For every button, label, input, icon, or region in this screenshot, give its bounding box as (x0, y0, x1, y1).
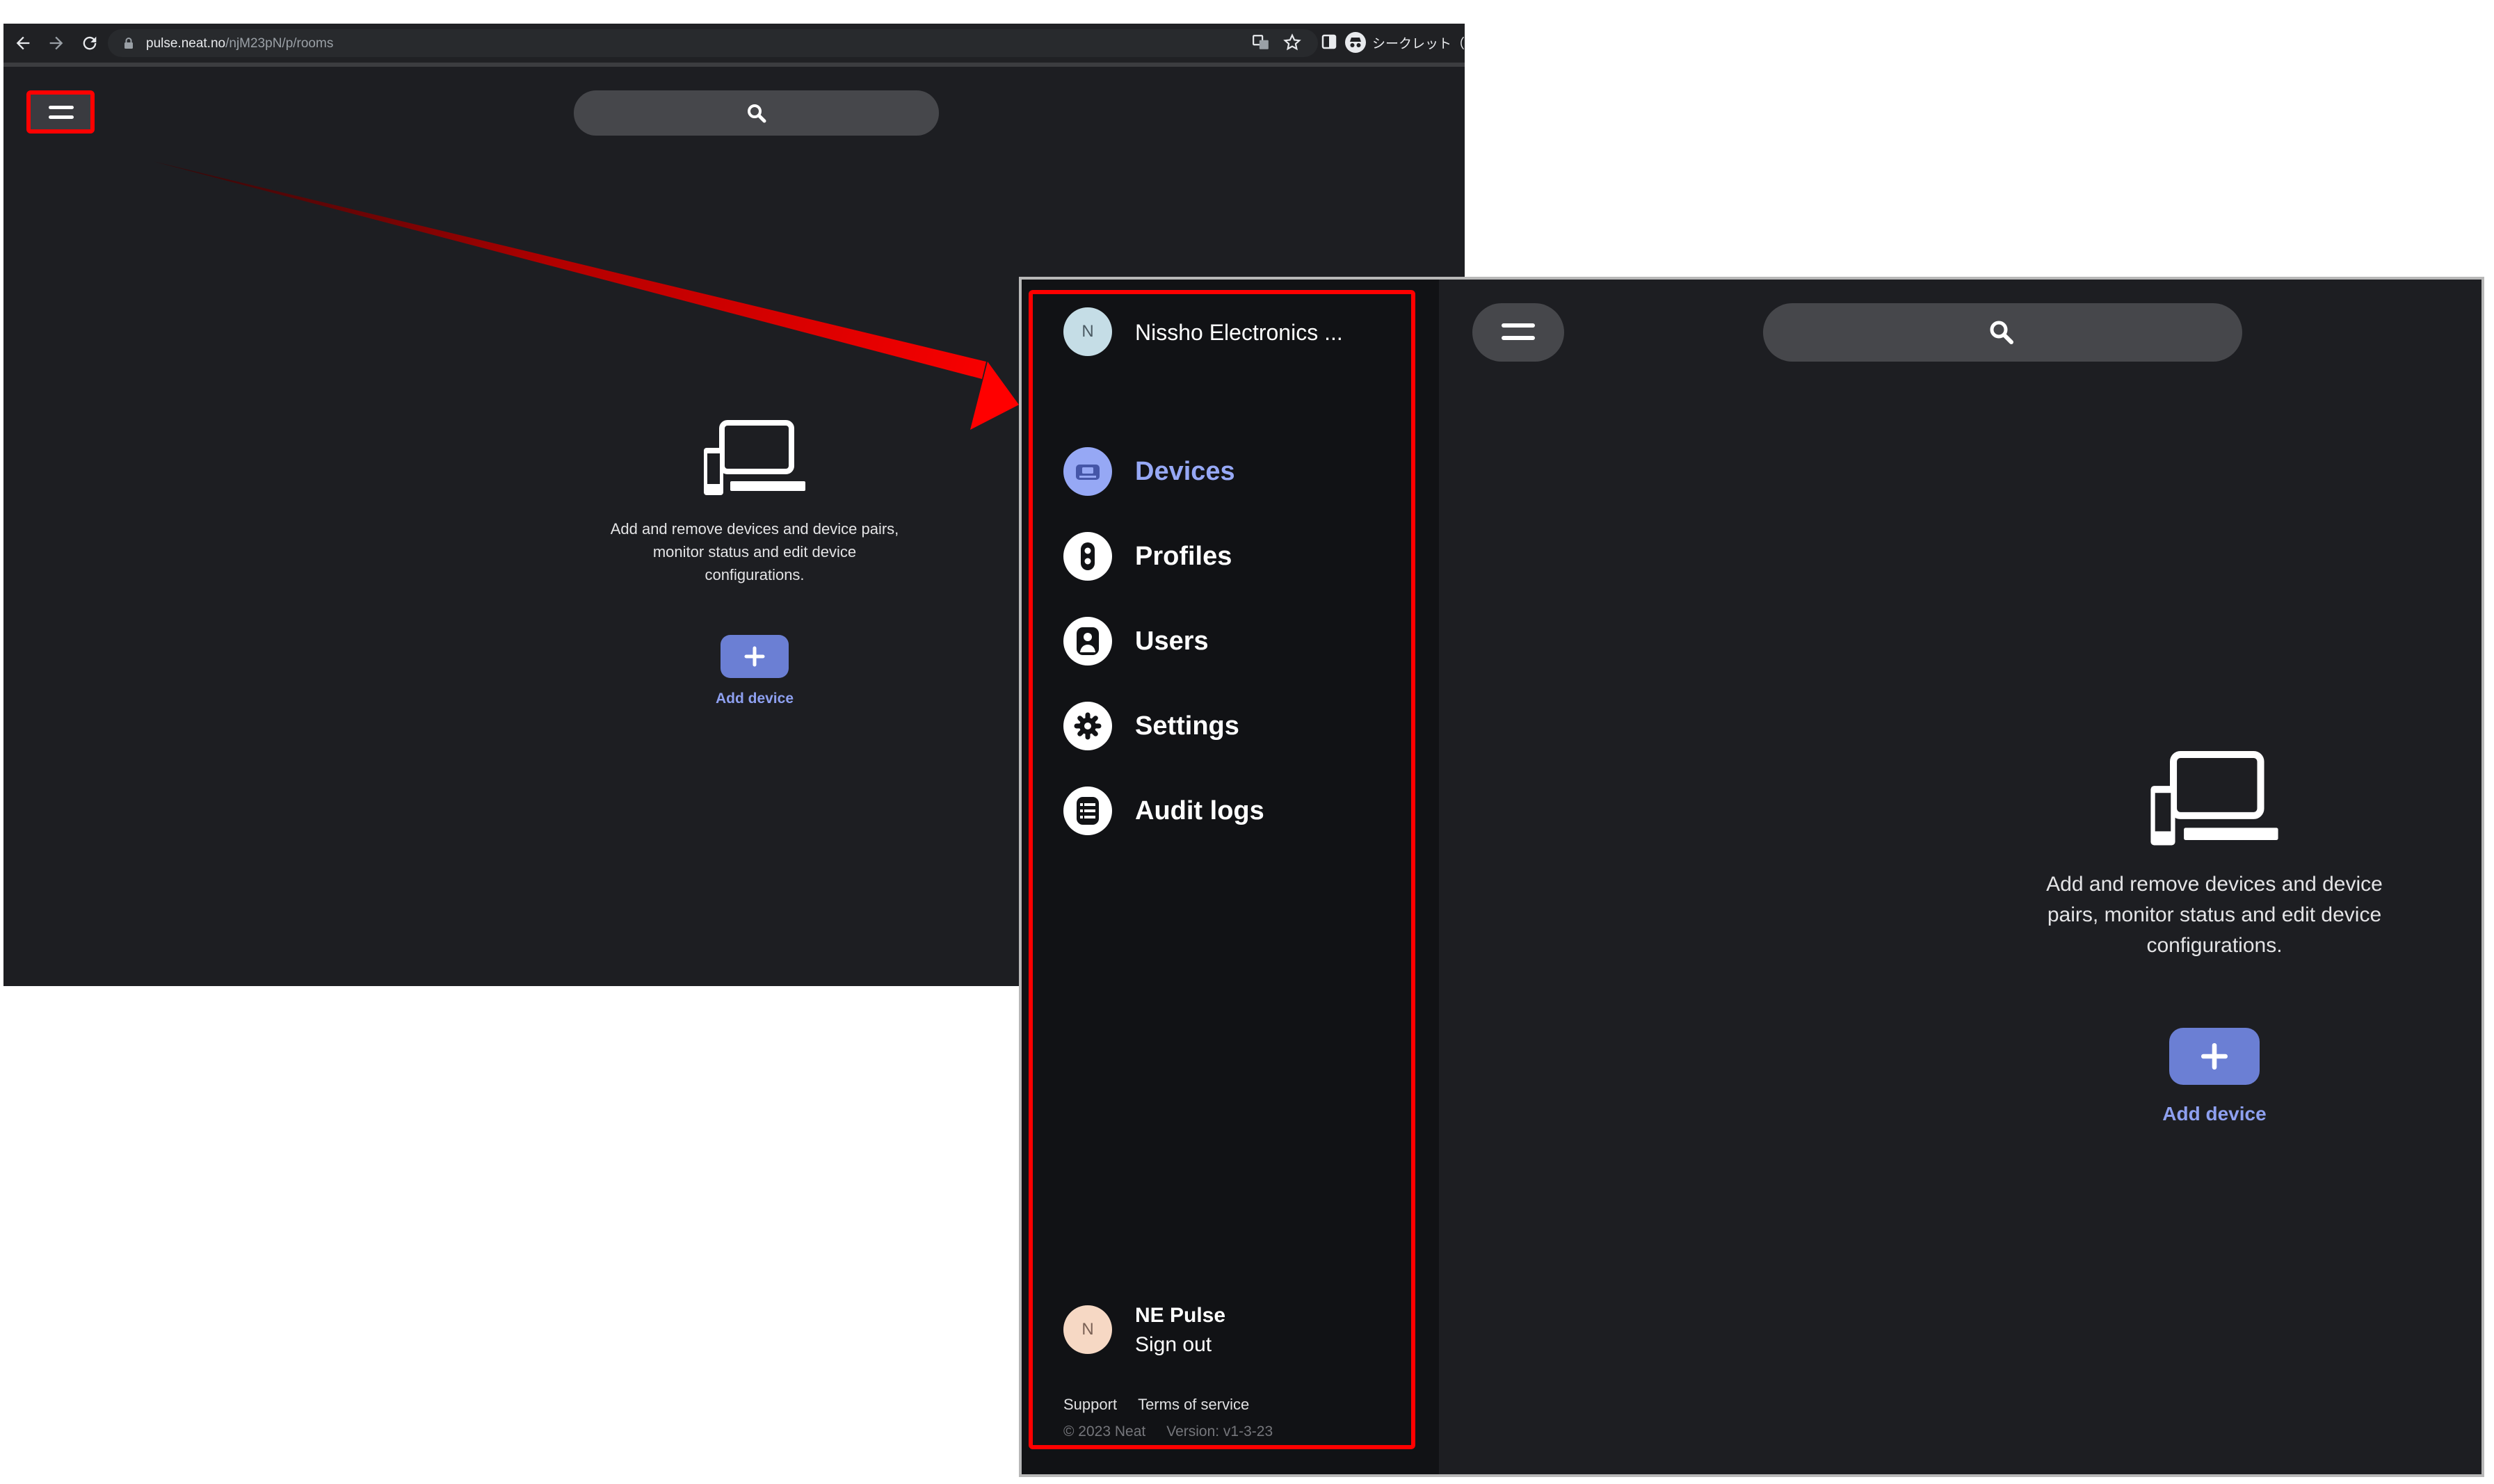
menu-button[interactable] (1472, 303, 1564, 362)
search-bar[interactable] (1763, 303, 2242, 362)
incognito-label: シークレット（2） (1372, 36, 1465, 51)
plus-icon (743, 645, 766, 668)
hamburger-icon (49, 104, 74, 122)
add-device-button[interactable] (721, 635, 789, 678)
address-bar[interactable]: pulse.neat.no/njM23pN/p/rooms (108, 29, 1318, 57)
devices-icon (702, 420, 807, 497)
forward-arrow-icon[interactable] (47, 33, 66, 53)
empty-state-description: Add and remove devices and device pairs,… (2046, 873, 2383, 957)
empty-state: Add and remove devices and device pairs,… (2030, 751, 2399, 1125)
add-device-link[interactable]: Add device (602, 691, 908, 707)
reload-icon[interactable] (80, 33, 99, 53)
incognito-profile[interactable]: シークレット（2） (1344, 31, 1465, 54)
search-icon (746, 103, 767, 124)
search-icon (1988, 318, 2016, 346)
back-arrow-icon[interactable] (13, 33, 33, 53)
highlight-frame (1029, 290, 1415, 1449)
empty-state-description: Add and remove devices and device pairs,… (610, 520, 899, 583)
url-path: /njM23pN/p/rooms (225, 36, 334, 51)
search-bar[interactable] (574, 90, 939, 136)
side-panel-icon[interactable] (1321, 33, 1337, 50)
expanded-app-window: N Nissho Electronics ... Devices Profile… (1019, 277, 2484, 1477)
plus-icon (2200, 1042, 2229, 1071)
hamburger-icon (1502, 321, 1535, 344)
browser-toolbar: pulse.neat.no/njM23pN/p/rooms シークレット（2） (3, 24, 1465, 67)
empty-state: Add and remove devices and device pairs,… (602, 420, 908, 707)
incognito-icon (1344, 31, 1367, 54)
add-device-button[interactable] (2169, 1028, 2260, 1085)
url-host: pulse.neat.no (146, 36, 226, 51)
url-text: pulse.neat.no/njM23pN/p/rooms (146, 36, 333, 51)
devices-icon (2148, 751, 2280, 847)
add-device-link[interactable]: Add device (2030, 1103, 2399, 1125)
star-icon[interactable] (1283, 33, 1301, 51)
lock-icon (123, 37, 134, 49)
sidebar: N Nissho Electronics ... Devices Profile… (1022, 280, 1439, 1474)
translate-icon[interactable] (1252, 33, 1270, 51)
menu-button[interactable] (26, 90, 95, 134)
